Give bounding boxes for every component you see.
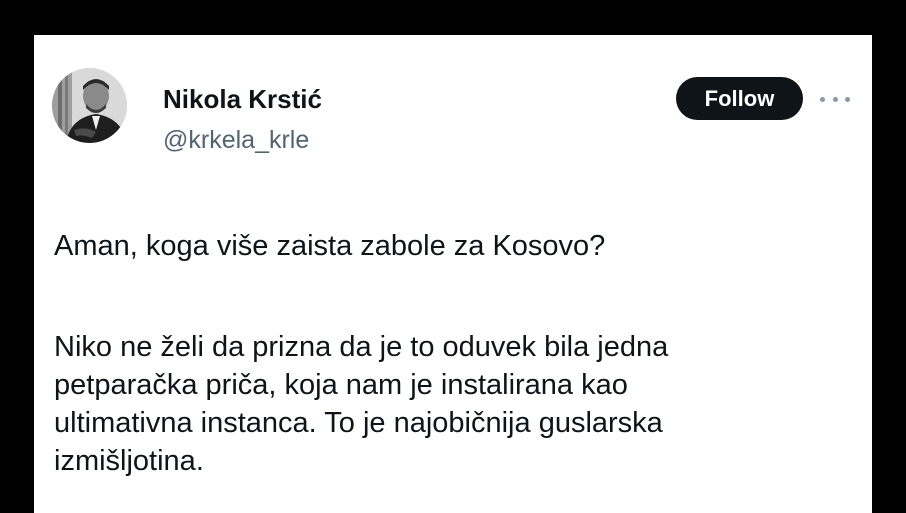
tweet-text-line: izmišljotina. [54, 445, 204, 477]
more-dot [820, 96, 825, 102]
tweet-card: Nikola Krstić @krkela_krle Follow Aman, … [34, 35, 872, 513]
more-horizontal-icon[interactable] [820, 91, 850, 107]
author-display-name[interactable]: Nikola Krstić [163, 84, 322, 115]
tweet-text-line: Aman, koga više zaista zabole za Kosovo? [54, 230, 606, 262]
tweet-text-line: Niko ne želi da prizna da je to oduvek b… [54, 331, 669, 363]
author-handle[interactable]: @krkela_krle [163, 126, 309, 155]
tweet-paragraph-2: Niko ne želi da prizna da je to oduvek b… [54, 328, 864, 480]
tweet-text-line: petparačka priča, koja nam je instaliran… [54, 369, 628, 401]
more-dot [845, 96, 850, 102]
more-dot [832, 96, 838, 102]
tweet-paragraph-1: Aman, koga više zaista zabole za Kosovo? [54, 227, 864, 265]
tweet-text-line: ultimativna instanca. To je najobičnija … [54, 407, 663, 439]
avatar-photo [52, 68, 127, 143]
avatar[interactable] [52, 68, 127, 143]
follow-button[interactable]: Follow [676, 77, 803, 120]
